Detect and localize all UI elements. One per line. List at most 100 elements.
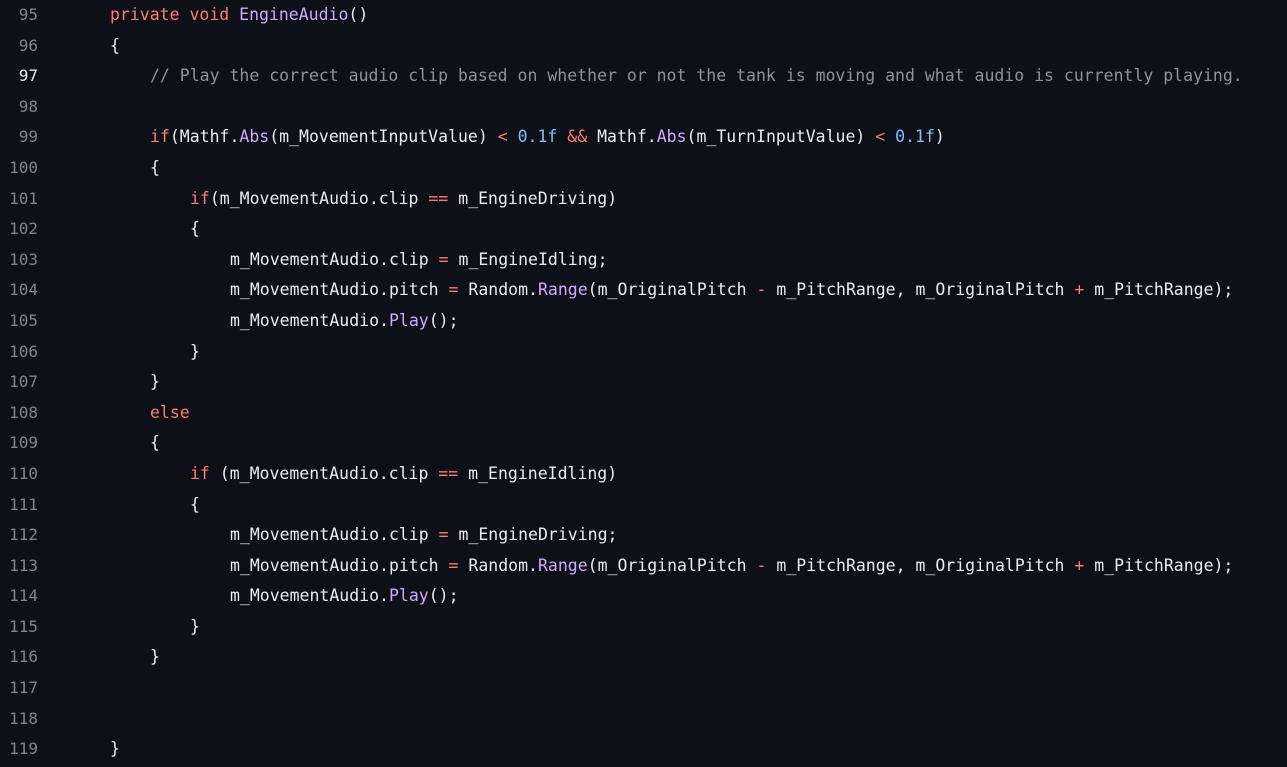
line-number[interactable]: 96 bbox=[0, 31, 38, 62]
code-token: Abs bbox=[239, 127, 270, 147]
code-line[interactable]: 112 m_MovementAudio.clip = m_EngineDrivin… bbox=[0, 520, 1287, 551]
line-content: private void EngineAudio() bbox=[38, 0, 1287, 31]
code-line[interactable]: 115} bbox=[0, 612, 1287, 643]
code-token: m_EngineIdling) bbox=[458, 463, 618, 483]
line-number[interactable]: 111 bbox=[0, 490, 38, 521]
line-number[interactable]: 118 bbox=[0, 704, 38, 735]
code-token: + bbox=[1074, 280, 1085, 300]
code-line[interactable]: 95 private void EngineAudio() bbox=[0, 0, 1287, 31]
code-token: = bbox=[448, 280, 459, 300]
code-token: () bbox=[348, 5, 369, 24]
code-line[interactable]: 114 m_MovementAudio.Play(); bbox=[0, 581, 1287, 612]
code-token: m_MovementAudio.pitch bbox=[230, 280, 449, 300]
code-token: (m_OriginalPitch bbox=[587, 555, 757, 575]
line-number[interactable]: 114 bbox=[0, 581, 38, 612]
code-token: (); bbox=[428, 586, 459, 606]
line-number[interactable]: 102 bbox=[0, 214, 38, 245]
code-token: Play bbox=[388, 310, 429, 330]
code-token: { bbox=[110, 35, 120, 55]
code-token: { bbox=[190, 494, 200, 514]
code-token: (Mathf. bbox=[169, 127, 240, 147]
code-token: m_PitchRange); bbox=[1084, 555, 1234, 575]
code-token: m_MovementAudio.clip bbox=[230, 525, 439, 545]
line-number[interactable]: 110 bbox=[0, 459, 38, 490]
code-line[interactable]: 96 { bbox=[0, 31, 1287, 62]
line-number[interactable]: 97 bbox=[0, 61, 38, 92]
code-token: } bbox=[150, 372, 160, 392]
line-number[interactable]: 104 bbox=[0, 275, 38, 306]
code-line[interactable]: 102 { bbox=[0, 214, 1287, 245]
code-token: if bbox=[150, 127, 170, 147]
line-content: m_MovementAudio.Play(); bbox=[38, 306, 1287, 337]
code-token: if bbox=[190, 188, 210, 208]
line-number[interactable]: 119 bbox=[0, 734, 38, 765]
code-line[interactable]: 110 if (m_MovementAudio.clip == m_EngineI… bbox=[0, 459, 1287, 490]
code-token: m_PitchRange, m_OriginalPitch bbox=[766, 280, 1075, 300]
line-number[interactable]: 95 bbox=[0, 0, 38, 31]
line-content bbox=[38, 92, 1287, 123]
line-number[interactable]: 101 bbox=[0, 184, 38, 215]
line-number[interactable]: 99 bbox=[0, 122, 38, 153]
line-content: { bbox=[38, 214, 1287, 245]
line-number[interactable]: 107 bbox=[0, 367, 38, 398]
code-lines: 95 private void EngineAudio() 96 {97 // Play… bbox=[0, 0, 1287, 765]
line-number[interactable]: 115 bbox=[0, 612, 38, 643]
line-number[interactable]: 100 bbox=[0, 153, 38, 184]
code-token: 0.1f bbox=[895, 127, 935, 147]
code-token: m_EngineIdling; bbox=[448, 249, 608, 269]
code-token: < bbox=[497, 127, 508, 147]
code-token: { bbox=[150, 157, 160, 177]
code-line[interactable]: 119} bbox=[0, 734, 1287, 765]
code-token: - bbox=[756, 280, 767, 300]
code-token: (m_OriginalPitch bbox=[587, 280, 757, 300]
code-line[interactable]: 98 bbox=[0, 92, 1287, 123]
line-content: if(Mathf.Abs(m_MovementInputValue) < 0.1… bbox=[38, 122, 1287, 153]
code-line[interactable]: 108 else bbox=[0, 398, 1287, 429]
line-number[interactable]: 98 bbox=[0, 92, 38, 123]
code-token: Random. bbox=[458, 555, 538, 575]
code-line[interactable]: 109 { bbox=[0, 428, 1287, 459]
line-number[interactable]: 109 bbox=[0, 428, 38, 459]
code-token: m_EngineDriving; bbox=[448, 525, 618, 545]
code-line[interactable]: 100 { bbox=[0, 153, 1287, 184]
code-line[interactable]: 105 m_MovementAudio.Play(); bbox=[0, 306, 1287, 337]
code-token: } bbox=[110, 739, 120, 759]
code-line[interactable]: 97 // Play the correct audio clip based o… bbox=[0, 61, 1287, 92]
line-number[interactable]: 117 bbox=[0, 673, 38, 704]
code-line[interactable]: 116} bbox=[0, 642, 1287, 673]
line-number[interactable]: 106 bbox=[0, 337, 38, 368]
line-content: m_MovementAudio.pitch = Random.Range(m_O… bbox=[38, 275, 1287, 306]
code-token: Abs bbox=[656, 127, 687, 147]
code-token: if bbox=[190, 463, 210, 483]
code-token: // Play the correct audio clip based on … bbox=[150, 66, 1243, 86]
code-line[interactable]: 104 m_MovementAudio.pitch = Random.Range(… bbox=[0, 275, 1287, 306]
code-token: Range bbox=[537, 555, 588, 575]
code-token: (m_MovementAudio.clip bbox=[209, 188, 429, 208]
code-line[interactable]: 103 m_MovementAudio.clip = m_EngineIdling… bbox=[0, 245, 1287, 276]
code-line[interactable]: 113 m_MovementAudio.pitch = Random.Range(… bbox=[0, 551, 1287, 582]
code-line[interactable]: 118 bbox=[0, 704, 1287, 735]
line-content: { bbox=[38, 153, 1287, 184]
code-line[interactable]: 101 if(m_MovementAudio.clip == m_EngineDr… bbox=[0, 184, 1287, 215]
code-line[interactable]: 111 { bbox=[0, 490, 1287, 521]
code-line[interactable]: 107} bbox=[0, 367, 1287, 398]
line-number[interactable]: 103 bbox=[0, 245, 38, 276]
line-content bbox=[38, 673, 1287, 704]
code-line[interactable]: 106} bbox=[0, 337, 1287, 368]
code-token: - bbox=[756, 555, 767, 575]
code-token: } bbox=[190, 616, 200, 636]
line-number[interactable]: 113 bbox=[0, 551, 38, 582]
line-number[interactable]: 116 bbox=[0, 642, 38, 673]
code-token: 0.1f bbox=[517, 127, 558, 147]
code-line[interactable]: 117 bbox=[0, 673, 1287, 704]
line-content: if(m_MovementAudio.clip == m_EngineDrivi… bbox=[38, 184, 1287, 215]
code-token: m_MovementAudio. bbox=[230, 310, 389, 330]
line-number[interactable]: 112 bbox=[0, 520, 38, 551]
line-number[interactable]: 105 bbox=[0, 306, 38, 337]
line-number[interactable]: 108 bbox=[0, 398, 38, 429]
code-line[interactable]: 99 if(Mathf.Abs(m_MovementInputValue) < 0… bbox=[0, 122, 1287, 153]
code-view[interactable]: 95 private void EngineAudio() 96 {97 // Play… bbox=[0, 0, 1287, 767]
code-token: { bbox=[150, 433, 160, 453]
